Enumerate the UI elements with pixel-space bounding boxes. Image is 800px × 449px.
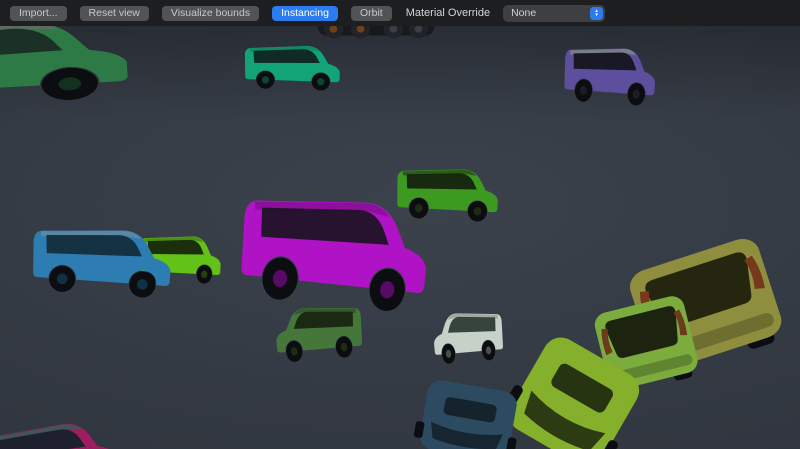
- car-model-dark-blue-car-bottom: [410, 376, 526, 449]
- car-model-magenta-car-corner: [0, 406, 138, 449]
- 3d-viewport[interactable]: [0, 26, 800, 449]
- orbit-button[interactable]: Orbit: [351, 6, 392, 21]
- material-override-value: None: [511, 7, 536, 19]
- stepper-chevrons-icon: ▲▼: [590, 7, 603, 20]
- car-model-teal-suv: [239, 36, 354, 95]
- reset-view-button[interactable]: Reset view: [80, 6, 149, 21]
- car-model-blue-car: [23, 212, 192, 305]
- material-override-label: Material Override: [406, 7, 490, 19]
- car-model-purple-car: [558, 34, 671, 111]
- model-viewer-window: Import... Reset view Visualize bounds In…: [0, 0, 800, 449]
- instancing-button[interactable]: Instancing: [272, 6, 338, 21]
- car-model-white-car: [421, 301, 508, 370]
- car-model-green-car-closeup: [0, 26, 169, 119]
- car-model-dark-green-car: [261, 294, 368, 369]
- toolbar: Import... Reset view Visualize bounds In…: [0, 0, 800, 26]
- import-button[interactable]: Import...: [10, 6, 67, 21]
- visualize-bounds-button[interactable]: Visualize bounds: [162, 6, 259, 21]
- material-override-dropdown[interactable]: None ▲▼: [503, 5, 605, 22]
